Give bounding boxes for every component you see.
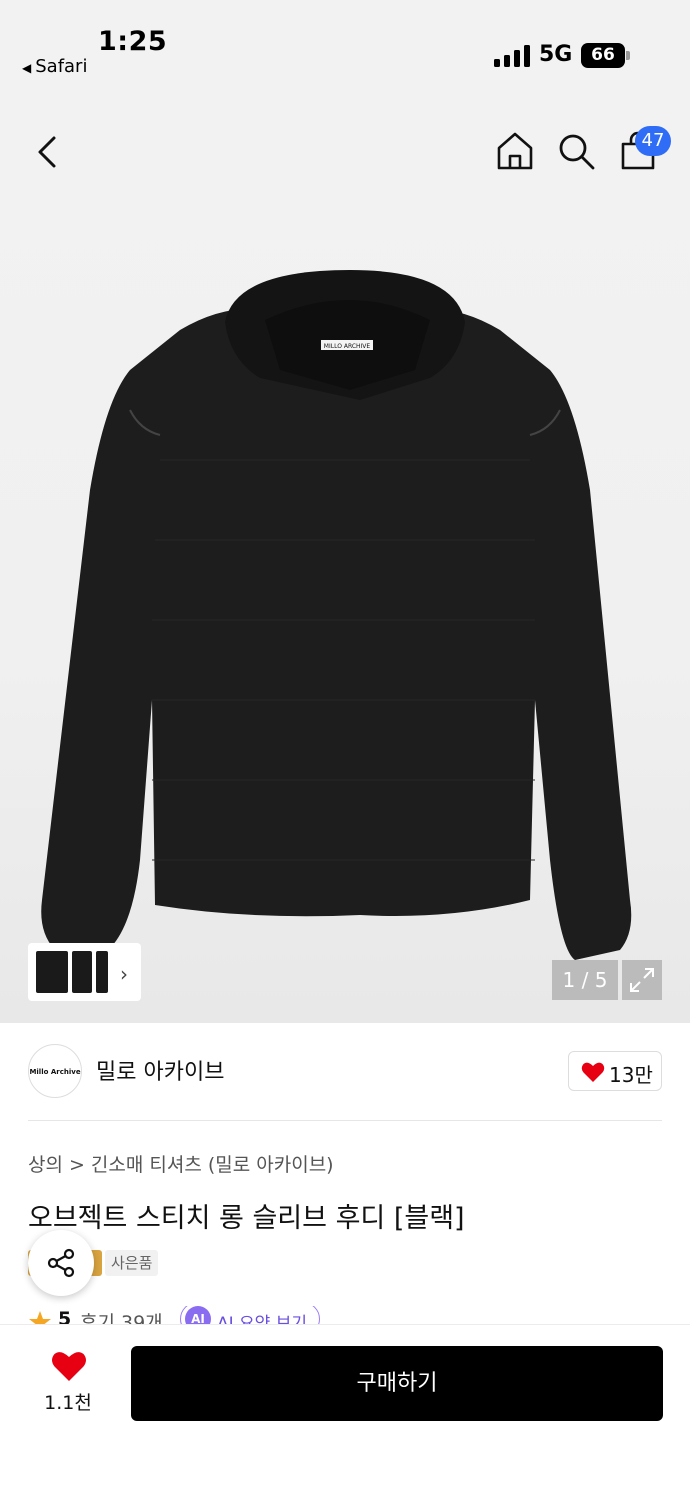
thumbnail-1[interactable] (36, 951, 68, 993)
back-triangle-icon: ◀ (22, 61, 32, 75)
back-to-safari[interactable]: ◀ Safari (22, 56, 87, 77)
image-counter: 1 / 5 (552, 960, 618, 1000)
thumbnail-2[interactable] (72, 951, 92, 993)
status-time: 1:25 (98, 26, 168, 57)
brand-like-count: 13만 (609, 1063, 653, 1087)
breadcrumb-subcategory[interactable]: 긴소매 티셔츠 (밀로 아카이브) (91, 1154, 334, 1176)
heart-icon (581, 1062, 605, 1082)
divider (28, 1120, 662, 1121)
network-type: 5G (539, 42, 573, 67)
brand-name[interactable]: 밀로 아카이브 (96, 1054, 224, 1086)
brand-logo[interactable]: Millo Archive (28, 1044, 82, 1098)
back-arrow-icon[interactable] (30, 130, 70, 174)
gift-tag: 사은품 (105, 1250, 159, 1276)
chevron-right-icon[interactable]: › (120, 962, 128, 986)
expand-icon[interactable] (622, 960, 662, 1000)
cart-count-badge: 47 (635, 126, 671, 156)
product-image[interactable]: MILLO ARCHIVE (30, 260, 660, 960)
wishlist-count: 1.1천 (44, 1392, 92, 1414)
buy-button[interactable]: 구매하기 (131, 1346, 663, 1421)
garment-label-text: MILLO ARCHIVE (324, 343, 371, 350)
wishlist-heart-icon[interactable] (51, 1350, 87, 1382)
breadcrumb-category[interactable]: 상의 (28, 1154, 63, 1176)
thumbnail-3[interactable] (96, 951, 108, 993)
share-button[interactable] (28, 1230, 94, 1296)
share-icon (47, 1248, 75, 1278)
battery-tip (626, 51, 630, 60)
battery-icon: 66 (581, 43, 625, 68)
home-icon[interactable] (494, 130, 536, 172)
brand-like-button[interactable]: 13만 (568, 1051, 662, 1091)
search-icon[interactable] (555, 130, 597, 172)
breadcrumb-separator: > (68, 1154, 85, 1176)
signal-icon (494, 45, 530, 67)
back-app-label: Safari (35, 56, 88, 77)
product-title: 오브젝트 스티치 롱 슬리브 후디 [블랙] (28, 1203, 465, 1234)
breadcrumb: 상의 > 긴소매 티셔츠 (밀로 아카이브) (28, 1150, 340, 1177)
